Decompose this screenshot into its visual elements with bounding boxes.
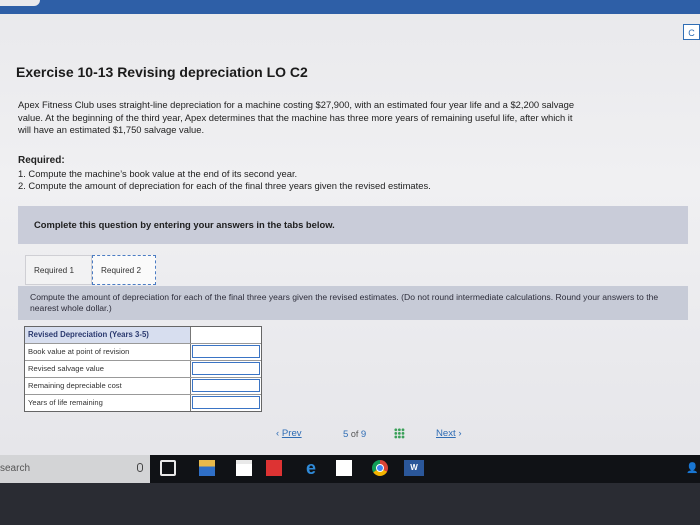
top-bar: [0, 0, 700, 14]
chrome-icon[interactable]: [372, 460, 388, 476]
corner-button[interactable]: C: [683, 24, 700, 40]
prev-button[interactable]: ‹ Prev: [276, 428, 302, 439]
tab-instructions: Compute the amount of depreciation for e…: [18, 286, 688, 320]
row-label: Book value at point of revision: [25, 344, 191, 360]
instructions-text: Compute the amount of depreciation for e…: [30, 292, 659, 313]
top-bar-logo: [0, 0, 40, 6]
page-of: of: [350, 429, 359, 439]
table-row: Revised salvage value: [25, 361, 261, 378]
page-indicator: 5 of 9: [343, 429, 366, 440]
problem-text: Apex Fitness Club uses straight-line dep…: [18, 99, 698, 137]
tab-label: Required 2: [101, 266, 142, 275]
required-heading: Required:: [18, 155, 65, 166]
table-row: Years of life remaining: [25, 395, 261, 411]
file-explorer-icon[interactable]: [199, 460, 215, 476]
word-icon[interactable]: W: [404, 460, 424, 476]
microphone-icon[interactable]: [137, 463, 143, 472]
people-icon[interactable]: 👤: [686, 463, 698, 475]
required-item-1: 1. Compute the machine’s book value at t…: [18, 168, 298, 179]
browser-content: C Exercise 10-13 Revising depreciation L…: [0, 0, 700, 455]
book-value-input[interactable]: [192, 345, 260, 358]
taskbar-search[interactable]: search: [0, 455, 150, 483]
current-page: 5: [343, 429, 349, 440]
store-icon[interactable]: [236, 460, 252, 476]
next-button[interactable]: Next ›: [436, 428, 462, 439]
required-item-2: 2. Compute the amount of depreciation fo…: [18, 180, 431, 191]
banner-text: Complete this question by entering your …: [34, 219, 335, 230]
chevron-left-icon: ‹: [276, 428, 280, 439]
edge-browser-icon[interactable]: e: [303, 459, 319, 477]
table-header-row: Revised Depreciation (Years 3-5): [25, 327, 261, 344]
grid-view-icon[interactable]: [394, 428, 405, 439]
task-view-icon[interactable]: [160, 460, 176, 476]
header-empty-cell: [192, 328, 260, 341]
exercise-title: Exercise 10-13 Revising depreciation LO …: [16, 64, 308, 80]
next-label: Next: [436, 428, 456, 439]
table-row: Book value at point of revision: [25, 344, 261, 361]
tab-required-2[interactable]: Required 2: [92, 255, 156, 285]
salvage-value-input[interactable]: [192, 362, 260, 375]
tab-label: Required 1: [34, 266, 75, 275]
row-label: Remaining depreciable cost: [25, 378, 191, 394]
gift-app-icon[interactable]: [266, 460, 282, 476]
problem-line: value. At the beginning of the third yea…: [18, 111, 573, 123]
table-row: Remaining depreciable cost: [25, 378, 261, 395]
problem-line: will have an estimated $1,750 salvage va…: [18, 124, 205, 135]
revised-depreciation-table: Revised Depreciation (Years 3-5) Book va…: [24, 326, 262, 412]
row-label: Revised salvage value: [25, 361, 191, 377]
problem-line: Apex Fitness Club uses straight-line dep…: [18, 99, 575, 110]
prev-label: Prev: [281, 428, 302, 439]
instruction-banner: Complete this question by entering your …: [18, 206, 688, 244]
search-text: search: [0, 463, 31, 474]
chevron-right-icon: ›: [458, 428, 462, 439]
total-pages: 9: [360, 429, 367, 440]
monitor-bezel: [0, 483, 700, 525]
years-remaining-input[interactable]: [192, 396, 260, 409]
mail-icon[interactable]: [336, 460, 352, 476]
row-label: Years of life remaining: [25, 395, 191, 411]
depreciable-cost-input[interactable]: [192, 379, 260, 392]
table-header: Revised Depreciation (Years 3-5): [25, 327, 191, 343]
tab-required-1[interactable]: Required 1: [25, 255, 92, 285]
